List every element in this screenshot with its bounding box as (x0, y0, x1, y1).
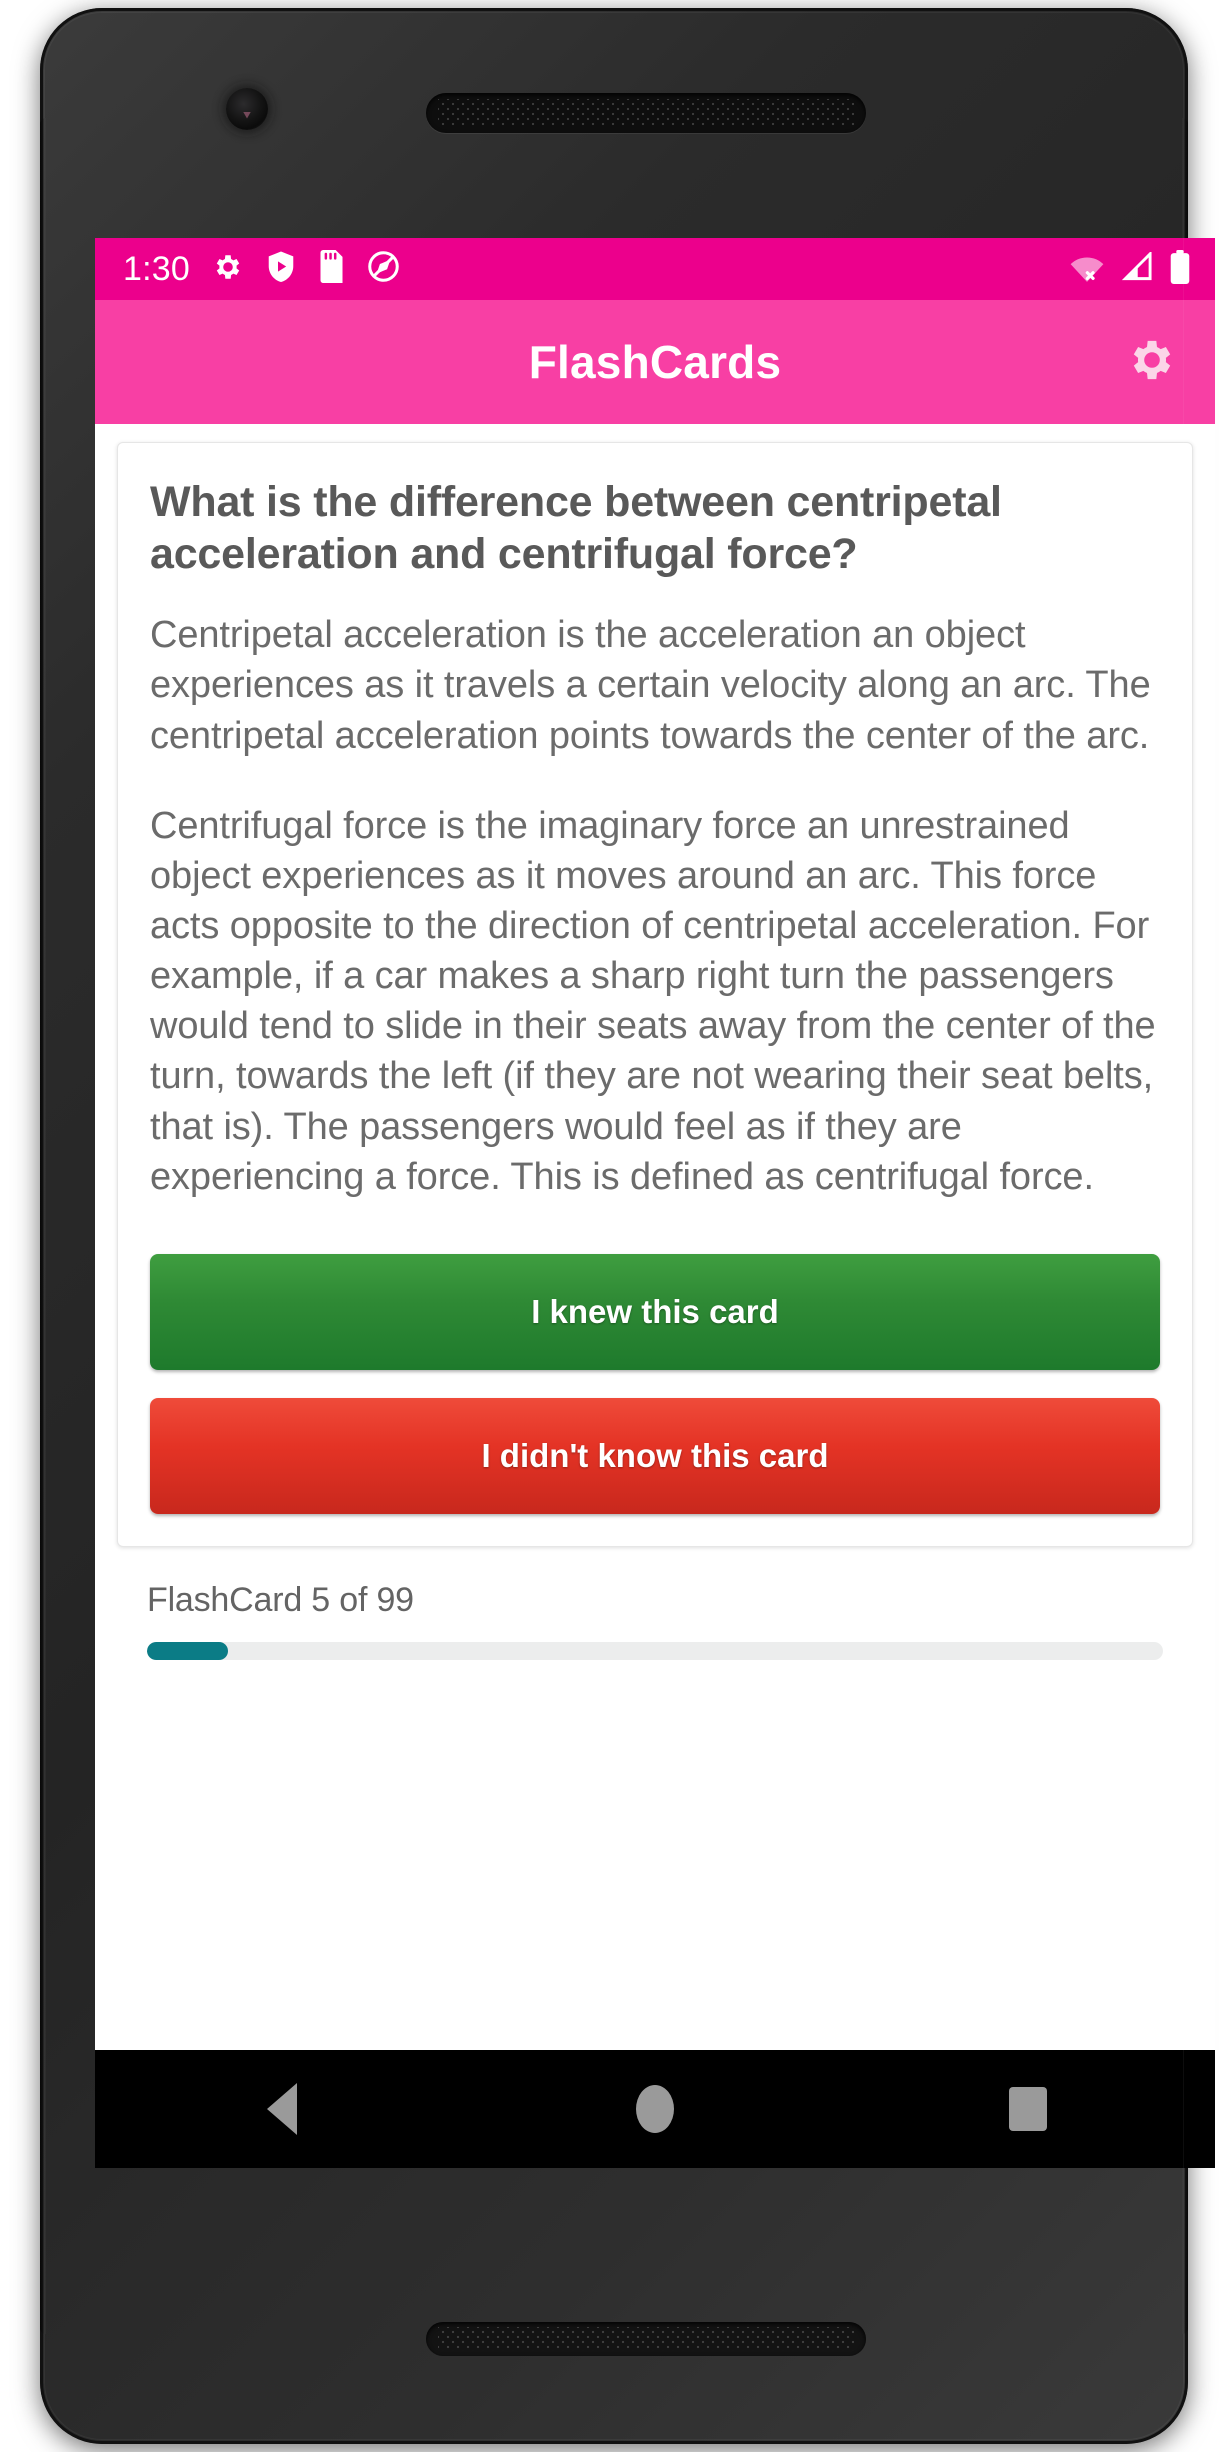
sd-card-icon (318, 250, 345, 288)
recents-square-icon (1009, 2087, 1048, 2131)
progress-bar (147, 1641, 1163, 1660)
shield-play-icon (266, 250, 296, 288)
no-location-icon (367, 250, 400, 288)
gear-icon (212, 251, 244, 288)
nav-recents-button[interactable] (953, 2050, 1103, 2168)
nav-back-button[interactable] (207, 2050, 357, 2168)
status-clock: 1:30 (123, 249, 190, 288)
status-bar-left: 1:30 (123, 250, 400, 289)
card-progress-footer: FlashCard 5 of 99 (117, 1547, 1193, 1660)
home-circle-icon (635, 2085, 674, 2133)
earpiece-speaker-icon (426, 93, 866, 133)
phone-device-frame: 1:30 FlashCards What is the difference b… (40, 8, 1215, 2444)
battery-full-icon (1169, 249, 1191, 289)
flashcard[interactable]: What is the difference between centripet… (117, 442, 1193, 1547)
android-navigation-bar (95, 2050, 1215, 2168)
flashcard-question: What is the difference between centripet… (150, 478, 1002, 578)
progress-bar-fill (147, 1641, 229, 1660)
flashcard-counter: FlashCard 5 of 99 (147, 1580, 414, 1619)
android-status-bar: 1:30 (95, 238, 1215, 300)
flashcard-answer-paragraph-1: Centripetal acceleration is the accelera… (150, 614, 1151, 757)
status-bar-right (1069, 249, 1191, 289)
speaker-mesh (438, 99, 854, 127)
bottom-speaker-mesh (438, 2327, 854, 2351)
cell-signal-icon (1121, 249, 1153, 287)
gear-icon (1126, 334, 1178, 391)
phone-screen: 1:30 FlashCards What is the difference b… (95, 238, 1215, 2168)
settings-button[interactable] (1119, 329, 1185, 395)
flashcard-answer-paragraph-2: Centrifugal force is the imaginary force… (150, 804, 1156, 1198)
page-title: FlashCards (528, 336, 782, 388)
nav-home-button[interactable] (580, 2050, 730, 2168)
phone-left-edge (40, 118, 46, 2334)
main-content: What is the difference between centripet… (95, 424, 1215, 2168)
knew-card-button[interactable]: I knew this card (150, 1253, 1160, 1370)
bottom-speaker-icon (426, 2322, 866, 2356)
didnt-know-card-button[interactable]: I didn't know this card (150, 1397, 1160, 1514)
front-camera-icon (226, 88, 268, 130)
back-triangle-icon (266, 2083, 297, 2135)
wifi-off-icon (1069, 252, 1105, 287)
app-bar: FlashCards (95, 300, 1215, 424)
